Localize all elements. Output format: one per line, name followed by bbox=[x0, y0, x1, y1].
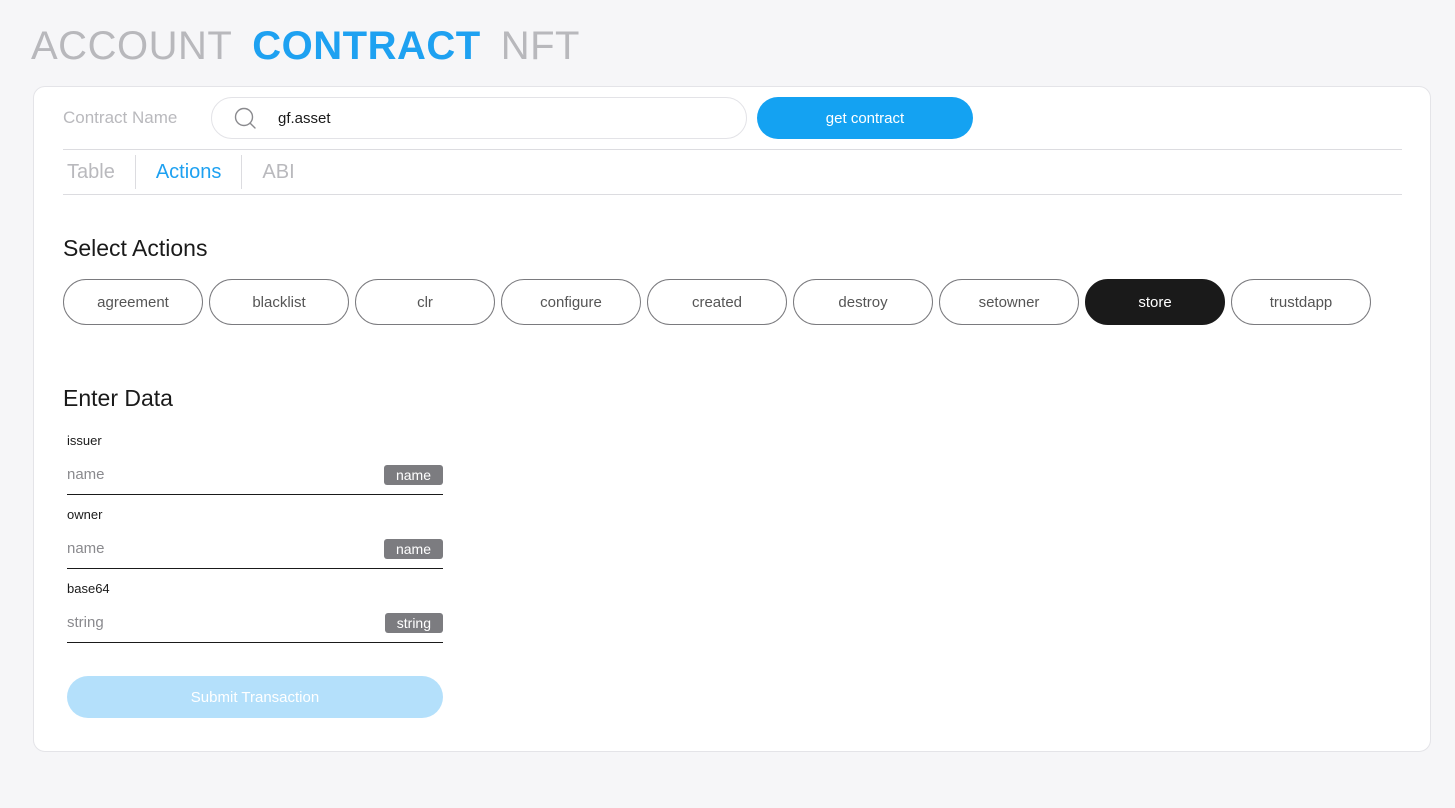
action-agreement[interactable]: agreement bbox=[63, 279, 203, 325]
action-clr[interactable]: clr bbox=[355, 279, 495, 325]
contract-tabs: Table Actions ABI bbox=[63, 155, 315, 189]
contract-search-input[interactable] bbox=[278, 109, 698, 127]
divider bbox=[63, 149, 1402, 150]
nav-nft[interactable]: NFT bbox=[501, 24, 580, 69]
owner-input[interactable] bbox=[67, 540, 347, 557]
type-badge: string bbox=[384, 612, 443, 633]
field-row: string bbox=[67, 603, 443, 643]
contract-search-box[interactable] bbox=[211, 97, 747, 139]
field-label: owner bbox=[67, 507, 103, 522]
top-nav: ACCOUNT CONTRACT NFT bbox=[31, 24, 580, 69]
action-blacklist[interactable]: blacklist bbox=[209, 279, 349, 325]
tab-table[interactable]: Table bbox=[63, 155, 135, 189]
contract-card: Contract Name get contract Table Actions… bbox=[33, 86, 1431, 752]
submit-transaction-button[interactable]: Submit Transaction bbox=[67, 676, 443, 718]
field-owner: owner name bbox=[67, 507, 443, 569]
nav-account[interactable]: ACCOUNT bbox=[31, 24, 232, 69]
field-row: name bbox=[67, 455, 443, 495]
action-store[interactable]: store bbox=[1085, 279, 1225, 325]
select-actions-title: Select Actions bbox=[63, 235, 208, 261]
type-badge: name bbox=[383, 538, 443, 559]
issuer-input[interactable] bbox=[67, 466, 347, 483]
field-label: issuer bbox=[67, 433, 102, 448]
action-trustdapp[interactable]: trustdapp bbox=[1231, 279, 1371, 325]
contract-search-row: Contract Name get contract bbox=[63, 97, 973, 139]
get-contract-button[interactable]: get contract bbox=[757, 97, 973, 139]
tab-actions[interactable]: Actions bbox=[134, 155, 242, 189]
field-row: name bbox=[67, 529, 443, 569]
action-setowner[interactable]: setowner bbox=[939, 279, 1079, 325]
base64-input[interactable] bbox=[67, 614, 347, 631]
action-configure[interactable]: configure bbox=[501, 279, 641, 325]
tab-abi[interactable]: ABI bbox=[241, 155, 314, 189]
contract-name-label: Contract Name bbox=[63, 108, 178, 127]
actions-list: agreement blacklist clr configure create… bbox=[63, 279, 1371, 325]
enter-data-title: Enter Data bbox=[63, 385, 173, 411]
field-issuer: issuer name bbox=[67, 433, 443, 495]
type-badge: name bbox=[383, 464, 443, 485]
divider bbox=[63, 194, 1402, 195]
field-label: base64 bbox=[67, 581, 110, 596]
action-destroy[interactable]: destroy bbox=[793, 279, 933, 325]
nav-contract[interactable]: CONTRACT bbox=[252, 24, 480, 69]
action-created[interactable]: created bbox=[647, 279, 787, 325]
search-icon bbox=[234, 107, 256, 129]
field-base64: base64 string bbox=[67, 581, 443, 643]
